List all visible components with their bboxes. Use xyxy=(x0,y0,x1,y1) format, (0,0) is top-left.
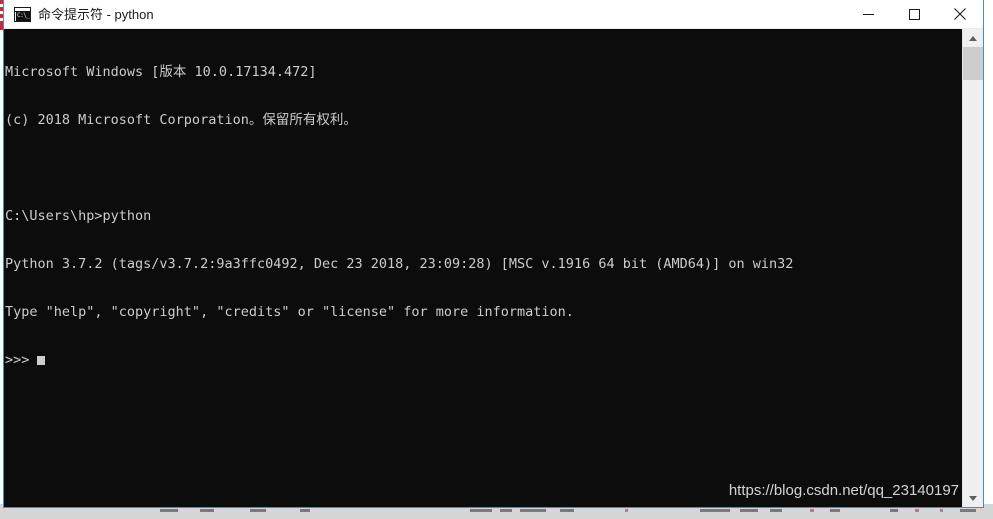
console-line: Microsoft Windows [版本 10.0.17134.472] xyxy=(5,64,317,80)
console-line: C:\Users\hp>python xyxy=(5,208,152,224)
scroll-up-button[interactable] xyxy=(963,29,983,47)
cmd-console-icon xyxy=(14,6,31,22)
block-cursor xyxy=(37,356,46,365)
window-title: 命令提示符 - python xyxy=(38,6,154,22)
scroll-up-arrow-icon xyxy=(969,35,977,41)
python-prompt: >>> xyxy=(5,352,30,368)
window-controls xyxy=(845,0,983,29)
scroll-down-arrow-icon xyxy=(969,495,977,501)
maximize-icon xyxy=(908,8,920,20)
scroll-down-button[interactable] xyxy=(963,489,983,507)
watermark-text: https://blog.csdn.net/qq_23140197 xyxy=(728,482,959,499)
title-bar[interactable]: 命令提示符 - python xyxy=(4,0,983,29)
close-icon xyxy=(954,8,966,20)
close-button[interactable] xyxy=(937,0,983,29)
title-bar-left: 命令提示符 - python xyxy=(4,0,845,28)
minimize-icon xyxy=(862,13,874,15)
command-prompt-window[interactable]: 命令提示符 - python Microsoft Wi xyxy=(3,0,984,508)
console-line: Python 3.7.2 (tags/v3.7.2:9a3ffc0492, De… xyxy=(5,256,794,272)
vertical-scrollbar[interactable] xyxy=(962,29,983,507)
minimize-button[interactable] xyxy=(845,0,891,29)
background-window-strip xyxy=(0,508,993,513)
console-line: (c) 2018 Microsoft Corporation。保留所有权利。 xyxy=(5,112,357,128)
scrollbar-thumb[interactable] xyxy=(963,47,983,80)
console-line: Type "help", "copyright", "credits" or "… xyxy=(5,304,574,320)
console-prompt-line: >>> xyxy=(5,352,961,368)
console-text: Microsoft Windows [版本 10.0.17134.472] (c… xyxy=(5,32,961,400)
console-output-area[interactable]: Microsoft Windows [版本 10.0.17134.472] (c… xyxy=(4,29,983,507)
maximize-button[interactable] xyxy=(891,0,937,29)
